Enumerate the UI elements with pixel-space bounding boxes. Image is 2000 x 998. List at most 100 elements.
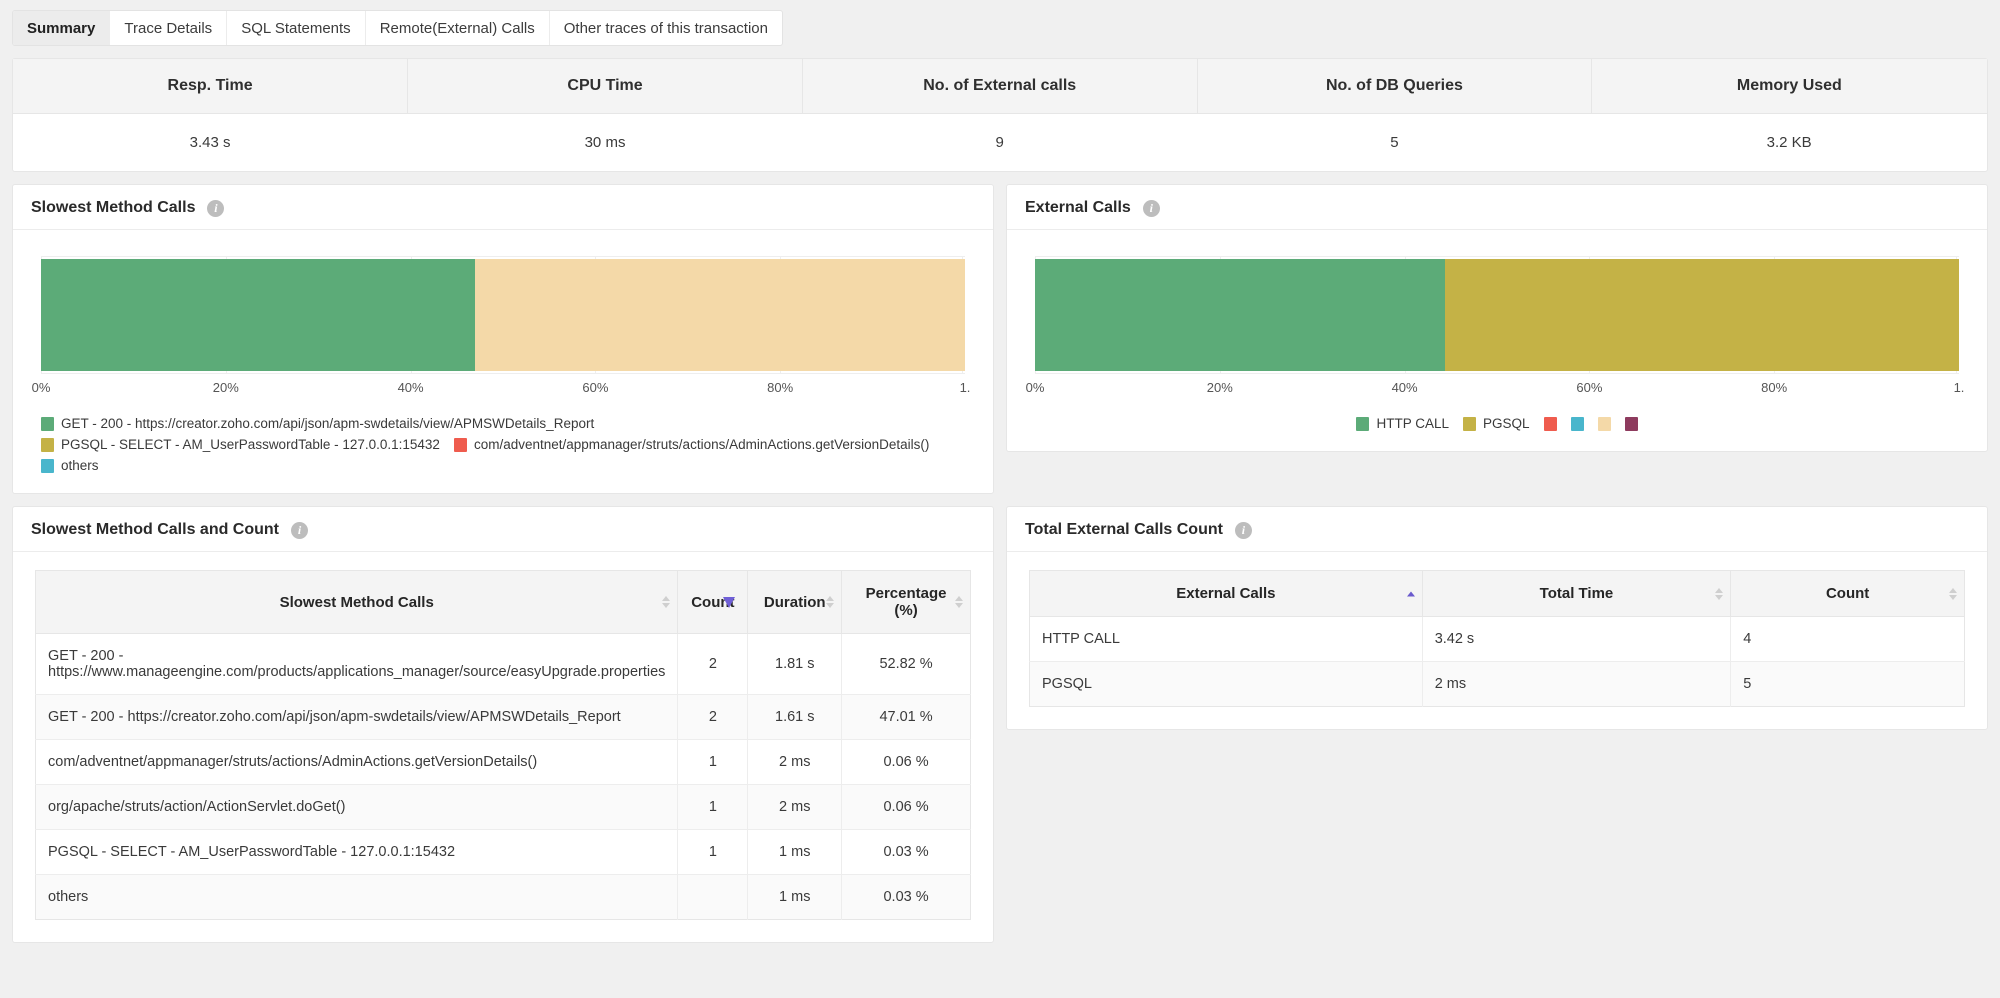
cell-method-name: others [36, 875, 678, 920]
stacked-bar [41, 259, 965, 371]
external-calls-column: External Calls i [1006, 172, 1988, 452]
summary-value-external-calls: 9 [802, 114, 1197, 172]
cell-percentage: 0.03 % [842, 830, 971, 875]
summary-metrics-card: Resp. Time CPU Time No. of External call… [12, 58, 1988, 172]
cell-count: 1 [678, 830, 748, 875]
cell-percentage: 0.06 % [842, 740, 971, 785]
table-row[interactable]: HTTP CALL 3.42 s 4 [1030, 617, 1965, 662]
sort-arrows-icon[interactable] [1715, 588, 1723, 600]
sort-arrows-icon[interactable] [1949, 588, 1957, 600]
column-header-slowest-method-calls[interactable]: Slowest Method Calls [36, 571, 678, 634]
column-header-total-time[interactable]: Total Time [1422, 571, 1731, 617]
table-row[interactable]: others 1 ms 0.03 % [36, 875, 971, 920]
legend-swatch-peach [1598, 417, 1611, 431]
summary-value-db-queries: 5 [1197, 114, 1592, 172]
legend-item-extra-peach[interactable] [1598, 416, 1611, 431]
sort-arrow-ascending-icon[interactable] [1407, 591, 1415, 596]
legend-label: PGSQL - SELECT - AM_UserPasswordTable - … [61, 437, 440, 452]
tab-summary[interactable]: Summary [13, 11, 110, 45]
card-header: External Calls i [1007, 185, 1987, 230]
summary-header-cpu-time: CPU Time [408, 59, 803, 114]
chart-plot [41, 256, 965, 374]
legend-item-others[interactable]: others [41, 458, 99, 473]
cell-count: 4 [1731, 617, 1965, 662]
chart-area-slowest-method-calls: 0% 20% 40% 60% 80% 1. [13, 230, 993, 416]
legend-item-http-call[interactable]: HTTP CALL [1356, 416, 1449, 431]
info-icon[interactable]: i [291, 522, 308, 539]
method-calls-table-column: Slowest Method Calls and Count i Slowest… [12, 494, 994, 943]
tab-label: SQL Statements [241, 20, 351, 37]
legend-item-extra-maroon[interactable] [1625, 416, 1638, 431]
column-header-external-calls[interactable]: External Calls [1030, 571, 1423, 617]
table-row[interactable]: GET - 200 - https://www.manageengine.com… [36, 634, 971, 695]
page-title: Slowest Method Calls and Count [31, 521, 279, 539]
table-row: 3.43 s 30 ms 9 5 3.2 KB [13, 114, 1987, 172]
bar-segment-green[interactable] [41, 259, 475, 371]
info-icon[interactable]: i [207, 200, 224, 217]
chart-plot [1035, 256, 1959, 374]
cell-count: 2 [678, 634, 748, 695]
table-row[interactable]: PGSQL - SELECT - AM_UserPasswordTable - … [36, 830, 971, 875]
table-row[interactable]: PGSQL 2 ms 5 [1030, 662, 1965, 707]
tab-sql-statements[interactable]: SQL Statements [227, 11, 366, 45]
axis-tick-label: 0% [1026, 380, 1045, 395]
axis-tick-label: 40% [1392, 380, 1418, 395]
chart-area-external-calls: 0% 20% 40% 60% 80% 1. [1007, 230, 1987, 416]
card-header: Slowest Method Calls i [13, 185, 993, 230]
tab-other-traces[interactable]: Other traces of this transaction [550, 11, 782, 45]
sort-arrows-icon[interactable] [826, 596, 834, 608]
table-wrapper: External Calls Total Time Count [1007, 552, 1987, 729]
tab-label: Other traces of this transaction [564, 20, 768, 37]
axis-tick-label: 1. [1954, 380, 1965, 395]
cell-duration: 1.81 s [748, 634, 842, 695]
tab-trace-details[interactable]: Trace Details [110, 11, 227, 45]
column-header-label: External Calls [1176, 585, 1275, 602]
tab-label: Trace Details [124, 20, 212, 37]
legend-label: PGSQL [1483, 416, 1530, 431]
table-row[interactable]: org/apache/struts/action/ActionServlet.d… [36, 785, 971, 830]
page-root: Summary Trace Details SQL Statements Rem… [0, 0, 2000, 998]
legend-row: GET - 200 - https://creator.zoho.com/api… [41, 416, 965, 431]
column-header-count[interactable]: Count [678, 571, 748, 634]
info-icon[interactable]: i [1143, 200, 1160, 217]
info-icon[interactable]: i [1235, 522, 1252, 539]
legend-item-creator-zoho[interactable]: GET - 200 - https://creator.zoho.com/api… [41, 416, 594, 431]
column-header-duration[interactable]: Duration [748, 571, 842, 634]
summary-value-cpu-time: 30 ms [408, 114, 803, 172]
bar-segment-pgsql[interactable] [1445, 259, 1959, 371]
tab-label: Summary [27, 20, 95, 37]
chart-legend-external-calls: HTTP CALL PGSQL [1007, 416, 1987, 451]
legend-swatch-cyan [41, 459, 54, 473]
legend-item-adminactions[interactable]: com/adventnet/appmanager/struts/actions/… [454, 437, 929, 452]
cell-percentage: 0.03 % [842, 875, 971, 920]
cell-duration: 2 ms [748, 740, 842, 785]
axis-tick-label: 20% [1207, 380, 1233, 395]
axis-tick-label: 60% [582, 380, 608, 395]
cell-count: 2 [678, 695, 748, 740]
axis-tick-label: 40% [398, 380, 424, 395]
total-external-calls-count-card: Total External Calls Count i External Ca… [1006, 506, 1988, 730]
stacked-bar [1035, 259, 1959, 371]
tab-remote-external-calls[interactable]: Remote(External) Calls [366, 11, 550, 45]
table-row[interactable]: GET - 200 - https://creator.zoho.com/api… [36, 695, 971, 740]
column-header-label: Count [691, 594, 734, 611]
column-header-count[interactable]: Count [1731, 571, 1965, 617]
bar-segment-http-call[interactable] [1035, 259, 1445, 371]
tab-bar: Summary Trace Details SQL Statements Rem… [12, 10, 783, 46]
legend-item-pgsql-select[interactable]: PGSQL - SELECT - AM_UserPasswordTable - … [41, 437, 440, 452]
column-header-percentage[interactable]: Percentage (%) [842, 571, 971, 634]
sort-arrows-icon[interactable] [662, 596, 670, 608]
cell-duration: 1.61 s [748, 695, 842, 740]
external-calls-card: External Calls i [1006, 184, 1988, 452]
bar-segment-peach[interactable] [475, 259, 965, 371]
cell-method-name: GET - 200 - https://creator.zoho.com/api… [36, 695, 678, 740]
sort-arrows-icon[interactable] [955, 596, 963, 608]
legend-swatch-cyan [1571, 417, 1584, 431]
cell-method-name: GET - 200 - https://www.manageengine.com… [36, 634, 678, 695]
legend-item-extra-red[interactable] [1544, 416, 1557, 431]
card-header: Slowest Method Calls and Count i [13, 507, 993, 552]
legend-item-extra-cyan[interactable] [1571, 416, 1584, 431]
legend-item-pgsql[interactable]: PGSQL [1463, 416, 1530, 431]
table-row[interactable]: com/adventnet/appmanager/struts/actions/… [36, 740, 971, 785]
page-title: Slowest Method Calls [31, 199, 195, 217]
